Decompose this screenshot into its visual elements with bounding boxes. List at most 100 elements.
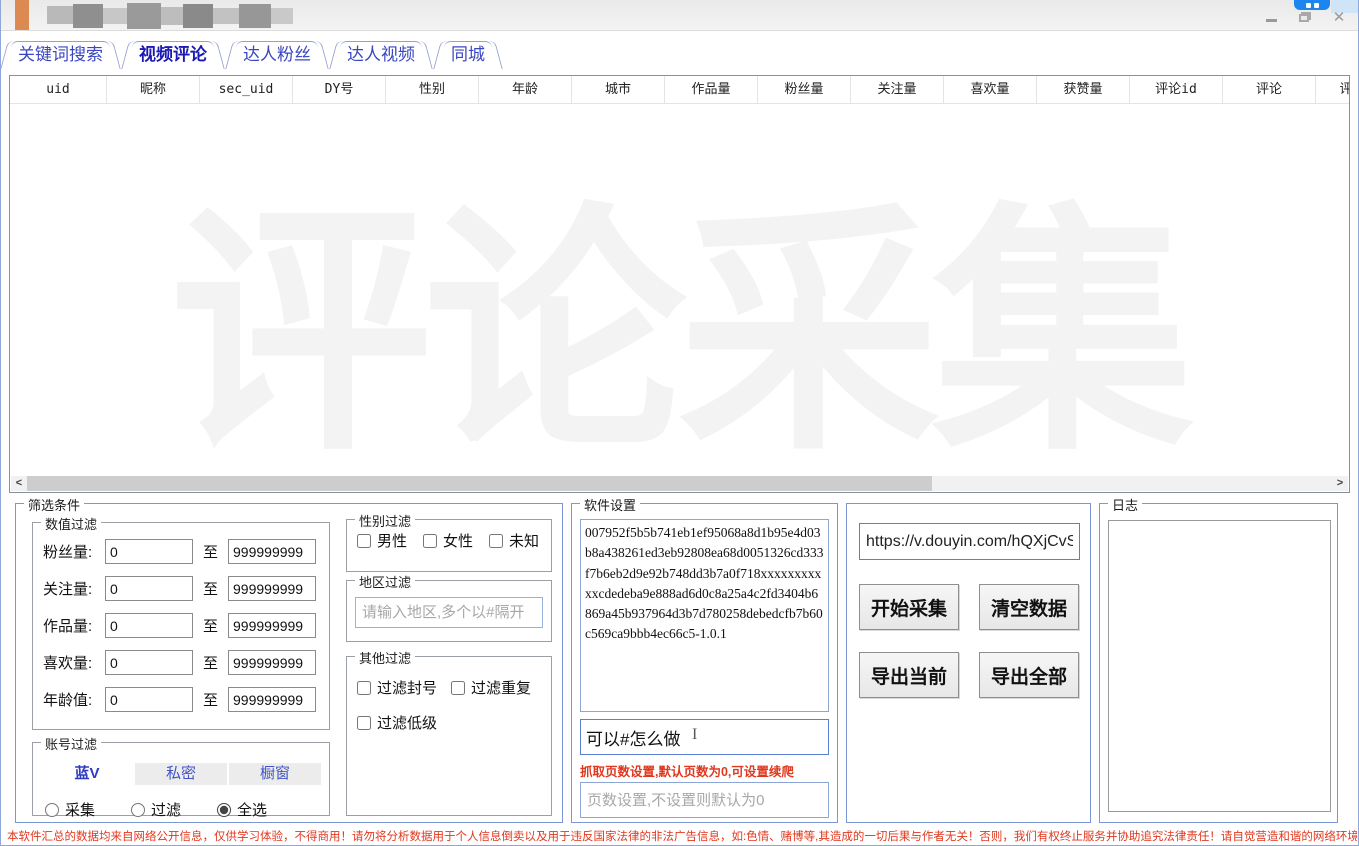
censored-app-title	[15, 0, 293, 31]
column-header-fans-count[interactable]: 粉丝量	[758, 76, 851, 103]
age-range-row: 年龄值: 至	[33, 681, 329, 718]
range-to-label: 至	[203, 615, 218, 636]
column-header-comment[interactable]: 评论	[1223, 76, 1316, 103]
close-button[interactable]: ✕	[1330, 9, 1348, 25]
column-header-works-count[interactable]: 作品量	[665, 76, 758, 103]
tab-creator-fans[interactable]: 达人粉丝	[236, 41, 318, 69]
checkbox-filter-duplicate[interactable]: 过滤重复	[451, 677, 531, 698]
likes-max-input[interactable]	[228, 650, 316, 675]
minimize-button[interactable]	[1262, 9, 1280, 25]
video-url-input[interactable]	[859, 523, 1080, 560]
checkbox-filter-duplicate-label: 过滤重复	[471, 677, 531, 698]
column-header-sec-uid[interactable]: sec_uid	[200, 76, 293, 103]
column-header-gender[interactable]: 性别	[386, 76, 479, 103]
column-header-dy-id[interactable]: DY号	[293, 76, 386, 103]
column-header-praise-count[interactable]: 获赞量	[1037, 76, 1130, 103]
radio-collect[interactable]: 采集	[45, 799, 95, 820]
log-panel: 日志	[1099, 503, 1338, 823]
age-min-input[interactable]	[105, 687, 193, 712]
radio-collect-input[interactable]	[45, 803, 59, 817]
checkbox-male[interactable]: 男性	[357, 530, 407, 551]
checkbox-female-input[interactable]	[423, 534, 437, 548]
radio-filter[interactable]: 过滤	[131, 799, 181, 820]
checkbox-unknown[interactable]: 未知	[489, 530, 539, 551]
page-count-input[interactable]	[580, 782, 829, 818]
scrollbar-track[interactable]	[27, 476, 1332, 491]
follow-min-input[interactable]	[105, 576, 193, 601]
keyword-input[interactable]	[580, 719, 829, 755]
license-key-textarea[interactable]: 007952f5b5b741eb1ef95068a8d1b95e4d03b8a4…	[580, 519, 829, 712]
column-header-nickname[interactable]: 昵称	[107, 76, 200, 103]
follow-max-input[interactable]	[228, 576, 316, 601]
column-header-comment-partial[interactable]: 评	[1316, 76, 1350, 103]
other-filter-title: 其他过滤	[355, 648, 415, 667]
scroll-right-icon[interactable]: >	[1332, 476, 1348, 491]
range-to-label: 至	[203, 578, 218, 599]
checkbox-filter-lowlevel-label: 过滤低级	[377, 712, 437, 733]
horizontal-scrollbar[interactable]: < >	[11, 476, 1348, 491]
checkbox-filter-banned[interactable]: 过滤封号	[357, 677, 437, 698]
works-min-input[interactable]	[105, 613, 193, 638]
radio-collect-label: 采集	[65, 799, 95, 820]
clear-data-button[interactable]: 清空数据	[979, 584, 1079, 630]
checkbox-male-input[interactable]	[357, 534, 371, 548]
radio-select-all-input[interactable]	[217, 803, 231, 817]
tab-bar: 关键词搜索 视频评论 达人粉丝 达人视频 同城	[11, 41, 514, 69]
export-current-button[interactable]: 导出当前	[859, 652, 959, 698]
checkbox-filter-lowlevel[interactable]: 过滤低级	[357, 712, 437, 733]
checkbox-female[interactable]: 女性	[423, 530, 473, 551]
segment-showcase[interactable]: 橱窗	[229, 763, 321, 785]
checkbox-male-label: 男性	[377, 530, 407, 551]
page-setting-note: 抓取页数设置,默认页数为0,可设置续爬	[580, 761, 794, 780]
column-header-comment-id[interactable]: 评论id	[1130, 76, 1223, 103]
tab-keyword-search[interactable]: 关键词搜索	[11, 41, 110, 69]
checkbox-unknown-input[interactable]	[489, 534, 503, 548]
checkbox-filter-duplicate-input[interactable]	[451, 681, 465, 695]
radio-select-all[interactable]: 全选	[217, 799, 267, 820]
checkbox-unknown-label: 未知	[509, 530, 539, 551]
scroll-left-icon[interactable]: <	[11, 476, 27, 491]
segment-blue-v[interactable]: 蓝V	[41, 763, 133, 785]
other-checkbox-row2: 过滤低级	[357, 712, 541, 733]
censored-block	[47, 6, 73, 24]
radio-select-all-label: 全选	[237, 799, 267, 820]
checkbox-filter-lowlevel-input[interactable]	[357, 716, 371, 730]
column-header-city[interactable]: 城市	[572, 76, 665, 103]
range-to-label: 至	[203, 652, 218, 673]
fans-max-input[interactable]	[228, 539, 316, 564]
works-range-label: 作品量:	[43, 615, 105, 636]
column-header-follow-count[interactable]: 关注量	[851, 76, 944, 103]
likes-min-input[interactable]	[105, 650, 193, 675]
tab-same-city[interactable]: 同城	[444, 41, 492, 69]
age-max-input[interactable]	[228, 687, 316, 712]
works-max-input[interactable]	[228, 613, 316, 638]
watermark: 评论采集	[170, 186, 1186, 487]
segment-private[interactable]: 私密	[135, 763, 227, 785]
region-filter-group: 地区过滤	[346, 580, 552, 642]
column-header-likes-count[interactable]: 喜欢量	[944, 76, 1037, 103]
column-header-age[interactable]: 年龄	[479, 76, 572, 103]
works-range-row: 作品量: 至	[33, 607, 329, 644]
region-input[interactable]	[355, 597, 543, 628]
column-header-uid[interactable]: uid	[10, 76, 107, 103]
checkbox-filter-banned-input[interactable]	[357, 681, 371, 695]
range-to-label: 至	[203, 541, 218, 562]
censored-block	[73, 4, 103, 28]
age-range-label: 年龄值:	[43, 689, 105, 710]
censored-block	[239, 4, 271, 28]
restore-icon	[1299, 12, 1311, 22]
tab-video-comments[interactable]: 视频评论	[132, 41, 214, 69]
range-to-label: 至	[203, 689, 218, 710]
radio-filter-input[interactable]	[131, 803, 145, 817]
censored-block	[213, 8, 239, 24]
fans-min-input[interactable]	[105, 539, 193, 564]
restore-button[interactable]	[1296, 9, 1314, 25]
scrollbar-thumb[interactable]	[27, 476, 932, 491]
software-settings-title: 软件设置	[580, 495, 640, 514]
tab-creator-videos[interactable]: 达人视频	[340, 41, 422, 69]
export-all-button[interactable]: 导出全部	[979, 652, 1079, 698]
log-list[interactable]	[1108, 520, 1331, 812]
gender-filter-group: 性别过滤 男性 女性 未知	[346, 519, 552, 572]
start-collect-button[interactable]: 开始采集	[859, 584, 959, 630]
account-segment-control: 蓝V 私密 橱窗	[41, 763, 321, 785]
